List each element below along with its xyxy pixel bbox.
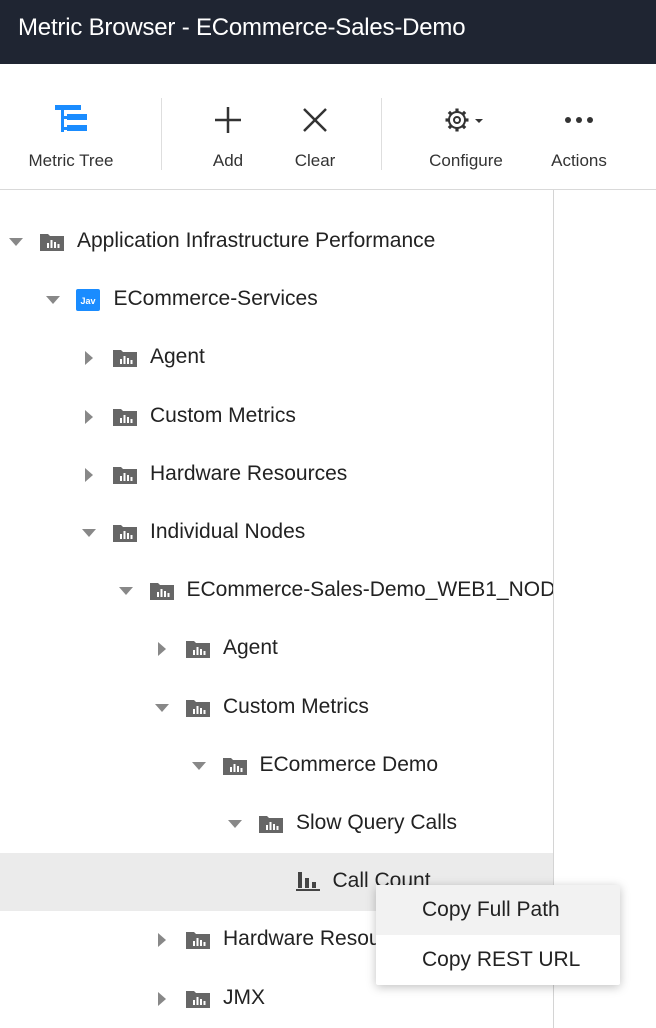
tree-node-label: Application Infrastructure Performance xyxy=(77,229,436,252)
clear-button[interactable]: Clear xyxy=(283,64,347,190)
folder-chart-icon xyxy=(112,465,138,485)
actions-button[interactable]: Actions xyxy=(543,64,615,190)
folder-chart-icon xyxy=(185,639,211,659)
folder-chart-icon xyxy=(149,581,175,601)
caret-right-icon[interactable] xyxy=(154,991,170,1007)
folder-chart-icon xyxy=(112,348,138,368)
copy-full-path-menu-item[interactable]: Copy Full Path xyxy=(376,885,620,935)
tree-node[interactable]: Custom Metrics xyxy=(0,679,553,737)
tree-node[interactable]: Slow Query Calls xyxy=(0,795,553,853)
folder-chart-icon xyxy=(258,814,284,834)
caret-down-icon[interactable] xyxy=(45,292,61,308)
caret-right-icon[interactable] xyxy=(81,350,97,366)
tree-node-label: ECommerce-Sales-Demo_WEB1_NOD xyxy=(186,578,554,602)
tree-node-label: Custom Metrics xyxy=(223,694,369,718)
tree-node-label: ECommerce Demo xyxy=(259,752,439,776)
tree-node[interactable]: Custom Metrics xyxy=(0,388,553,446)
clear-label: Clear xyxy=(294,151,336,170)
plus-icon xyxy=(215,107,241,133)
caret-down-icon[interactable] xyxy=(81,525,97,541)
configure-button[interactable]: Configure xyxy=(420,64,512,190)
menu-item-label: Copy REST URL xyxy=(422,948,581,971)
tree-node-label: Agent xyxy=(150,345,205,369)
copy-rest-url-menu-item[interactable]: Copy REST URL xyxy=(376,935,620,985)
metric-tree-button[interactable]: Metric Tree xyxy=(18,64,124,190)
caret-down-icon[interactable] xyxy=(191,758,207,774)
tree-node-label: ECommerce-Services xyxy=(113,287,318,311)
close-icon xyxy=(303,108,327,132)
caret-down-icon[interactable] xyxy=(154,700,170,716)
folder-chart-icon xyxy=(39,232,65,252)
add-label: Add xyxy=(212,151,244,170)
caret-right-icon[interactable] xyxy=(81,467,97,483)
tree-node[interactable]: Agent xyxy=(0,329,553,387)
tree-node-label: Hardware Resources xyxy=(150,461,348,485)
tree-node-label: Custom Metrics xyxy=(150,403,296,427)
java-app-icon: Jav xyxy=(75,289,102,312)
caret-down-icon[interactable] xyxy=(227,816,243,832)
caret-right-icon[interactable] xyxy=(81,409,97,425)
folder-chart-icon xyxy=(185,930,211,950)
toolbar: Metric Tree Add Clear Configure Actions xyxy=(0,64,656,232)
caret-down-icon[interactable] xyxy=(118,583,134,599)
tree-node[interactable]: Agent xyxy=(0,620,553,678)
tree-node-label: Slow Query Calls xyxy=(296,811,458,834)
folder-chart-icon xyxy=(185,989,211,1009)
toolbar-divider xyxy=(381,98,382,170)
bar-chart-icon xyxy=(295,870,322,892)
menu-item-label: Copy Full Path xyxy=(422,898,560,921)
tree-node-label: Individual Nodes xyxy=(150,520,306,543)
tree-node-label: JMX xyxy=(223,985,265,1009)
title-bar: Metric Browser - ECommerce-Sales-Demo xyxy=(0,0,656,64)
tree-node[interactable]: Application Infrastructure Performance xyxy=(0,213,553,271)
configure-label: Configure xyxy=(429,151,503,170)
tree-node[interactable]: ECommerce Demo xyxy=(0,737,553,795)
actions-label: Actions xyxy=(551,151,607,170)
add-button[interactable]: Add xyxy=(196,64,260,190)
tree-node[interactable]: Individual Nodes xyxy=(0,504,553,562)
metric-tree-icon xyxy=(55,105,87,132)
tree-node[interactable]: ECommerce-Sales-Demo_WEB1_NOD xyxy=(0,562,554,620)
toolbar-divider xyxy=(161,98,162,170)
caret-down-icon[interactable] xyxy=(8,234,24,250)
metric-tree-label: Metric Tree xyxy=(28,151,114,170)
more-horizontal-icon xyxy=(565,117,593,123)
svg-text:Jav: Jav xyxy=(80,296,95,306)
window-title: Metric Browser - ECommerce-Sales-Demo xyxy=(18,14,466,41)
tree-node[interactable]: Hardware Resources xyxy=(0,446,553,504)
folder-chart-icon xyxy=(112,523,138,543)
tree-node[interactable]: Jav ECommerce-Services xyxy=(0,271,553,329)
gear-dropdown-icon xyxy=(445,108,483,132)
folder-chart-icon xyxy=(112,407,138,427)
caret-right-icon[interactable] xyxy=(154,932,170,948)
caret-right-icon[interactable] xyxy=(154,641,170,657)
folder-chart-icon xyxy=(185,698,211,718)
tree-node-label: Agent xyxy=(223,636,278,660)
context-menu: Copy Full Path Copy REST URL xyxy=(376,885,620,985)
folder-chart-icon xyxy=(222,756,248,776)
